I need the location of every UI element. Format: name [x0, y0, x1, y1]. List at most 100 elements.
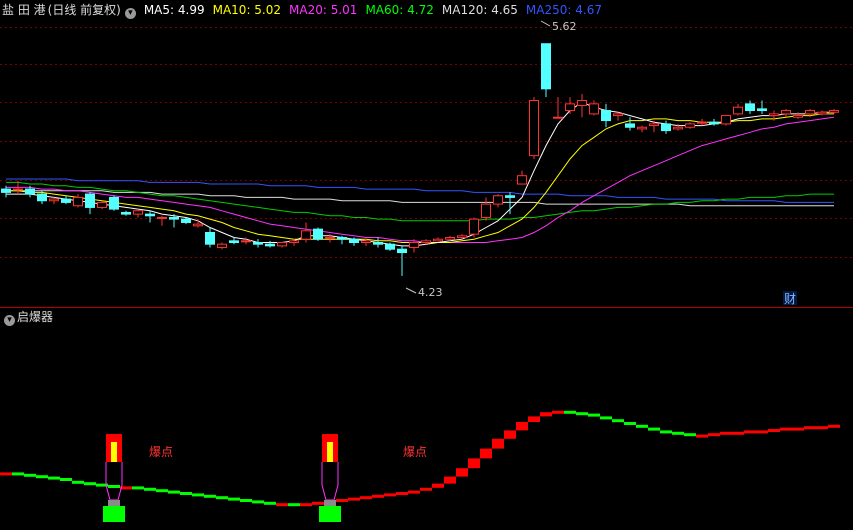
candle[interactable]: [1, 188, 11, 193]
candle[interactable]: [733, 106, 743, 115]
candle[interactable]: [145, 213, 155, 217]
indicator-bar: [204, 494, 216, 498]
candle[interactable]: [409, 242, 419, 249]
chart-mode: (日线 前复权): [47, 3, 121, 17]
candle[interactable]: [97, 201, 107, 208]
candle[interactable]: [457, 235, 467, 239]
candle[interactable]: [193, 223, 203, 227]
price-header: 盐 田 港 (日线 前复权) ▾ MA5: 4.99 MA10: 5.02 MA20: 5…: [2, 3, 610, 19]
candle[interactable]: [301, 230, 311, 240]
indicator-bar: [48, 476, 60, 480]
candle[interactable]: [49, 198, 59, 202]
candle[interactable]: [757, 108, 767, 112]
candle[interactable]: [169, 216, 179, 220]
candle[interactable]: [529, 100, 539, 157]
candle[interactable]: [793, 115, 803, 118]
candle[interactable]: [229, 240, 239, 244]
signal-marker-2[interactable]: [319, 434, 341, 522]
candle[interactable]: [481, 203, 491, 218]
chevron-down-icon[interactable]: ▾: [124, 8, 136, 19]
candle[interactable]: [361, 240, 371, 244]
indicator-bar: [300, 503, 312, 507]
chevron-down-icon[interactable]: ▾: [4, 315, 15, 326]
candle[interactable]: [697, 121, 707, 124]
candle[interactable]: [505, 195, 515, 198]
candle[interactable]: [445, 237, 455, 240]
indicator-bar: [612, 419, 624, 423]
candle[interactable]: [253, 242, 263, 245]
ma60-line: [6, 181, 834, 222]
indicator-bar: [60, 478, 72, 481]
candle[interactable]: [541, 43, 551, 90]
candle[interactable]: [37, 193, 47, 202]
indicator-bar: [84, 482, 96, 486]
candle[interactable]: [601, 110, 611, 122]
candle[interactable]: [625, 123, 635, 128]
candle[interactable]: [373, 242, 383, 245]
candle[interactable]: [721, 115, 731, 125]
indicator-bar: [444, 476, 456, 484]
candle[interactable]: [421, 240, 431, 244]
indicator-bar: [732, 431, 744, 435]
candle[interactable]: [589, 103, 599, 115]
indicator-bar: [180, 492, 192, 495]
candle[interactable]: [817, 111, 827, 115]
candle[interactable]: [613, 113, 623, 117]
candlesticks[interactable]: [1, 43, 839, 276]
candle[interactable]: [61, 198, 71, 203]
candle[interactable]: [685, 123, 695, 128]
candle[interactable]: [385, 243, 395, 250]
indicator-bar: [264, 501, 276, 505]
candle[interactable]: [337, 237, 347, 240]
caifu-badge-label: 财: [784, 292, 796, 306]
candle[interactable]: [637, 126, 647, 130]
candle[interactable]: [325, 237, 335, 240]
indicator-bar: [36, 475, 48, 479]
candle[interactable]: [673, 126, 683, 130]
candle[interactable]: [649, 123, 659, 127]
low-price-label: 4.23: [418, 286, 443, 299]
indicator-bar: [480, 448, 492, 459]
candle[interactable]: [157, 216, 167, 219]
candle[interactable]: [25, 188, 35, 195]
candle[interactable]: [397, 248, 407, 254]
candle[interactable]: [829, 110, 839, 113]
candle[interactable]: [181, 218, 191, 223]
candle[interactable]: [769, 113, 779, 117]
candle[interactable]: [661, 123, 671, 132]
candle[interactable]: [265, 243, 275, 247]
indicator-bar: [228, 497, 240, 501]
candle[interactable]: [709, 121, 719, 125]
candle[interactable]: [73, 196, 83, 207]
indicator-bar: [672, 431, 684, 435]
candle[interactable]: [109, 196, 119, 210]
candle[interactable]: [433, 238, 443, 242]
candle[interactable]: [517, 175, 527, 185]
candle[interactable]: [745, 103, 755, 112]
indicator-plot: [0, 410, 840, 522]
indicator-bar: [492, 438, 504, 449]
indicator-bar: [432, 483, 444, 488]
candle[interactable]: [781, 110, 791, 115]
candle[interactable]: [349, 238, 359, 244]
candle[interactable]: [553, 116, 563, 119]
candle[interactable]: [469, 218, 479, 235]
candle[interactable]: [565, 103, 575, 112]
candle[interactable]: [217, 243, 227, 249]
candle[interactable]: [805, 110, 815, 115]
candle[interactable]: [313, 228, 323, 240]
candle[interactable]: [13, 188, 23, 191]
indicator-bar: [756, 430, 768, 434]
candle[interactable]: [133, 210, 143, 215]
indicator-bar: [396, 492, 408, 495]
candle[interactable]: [121, 211, 131, 215]
candle[interactable]: [85, 193, 95, 208]
candle[interactable]: [493, 195, 503, 205]
candle[interactable]: [241, 240, 251, 243]
candle[interactable]: [289, 240, 299, 244]
chart-canvas[interactable]: 5.62 4.23 财 爆点 爆点: [0, 0, 853, 530]
candle[interactable]: [205, 231, 215, 245]
signal-marker-1[interactable]: [103, 434, 125, 522]
candle[interactable]: [277, 242, 287, 247]
candle[interactable]: [577, 100, 587, 107]
